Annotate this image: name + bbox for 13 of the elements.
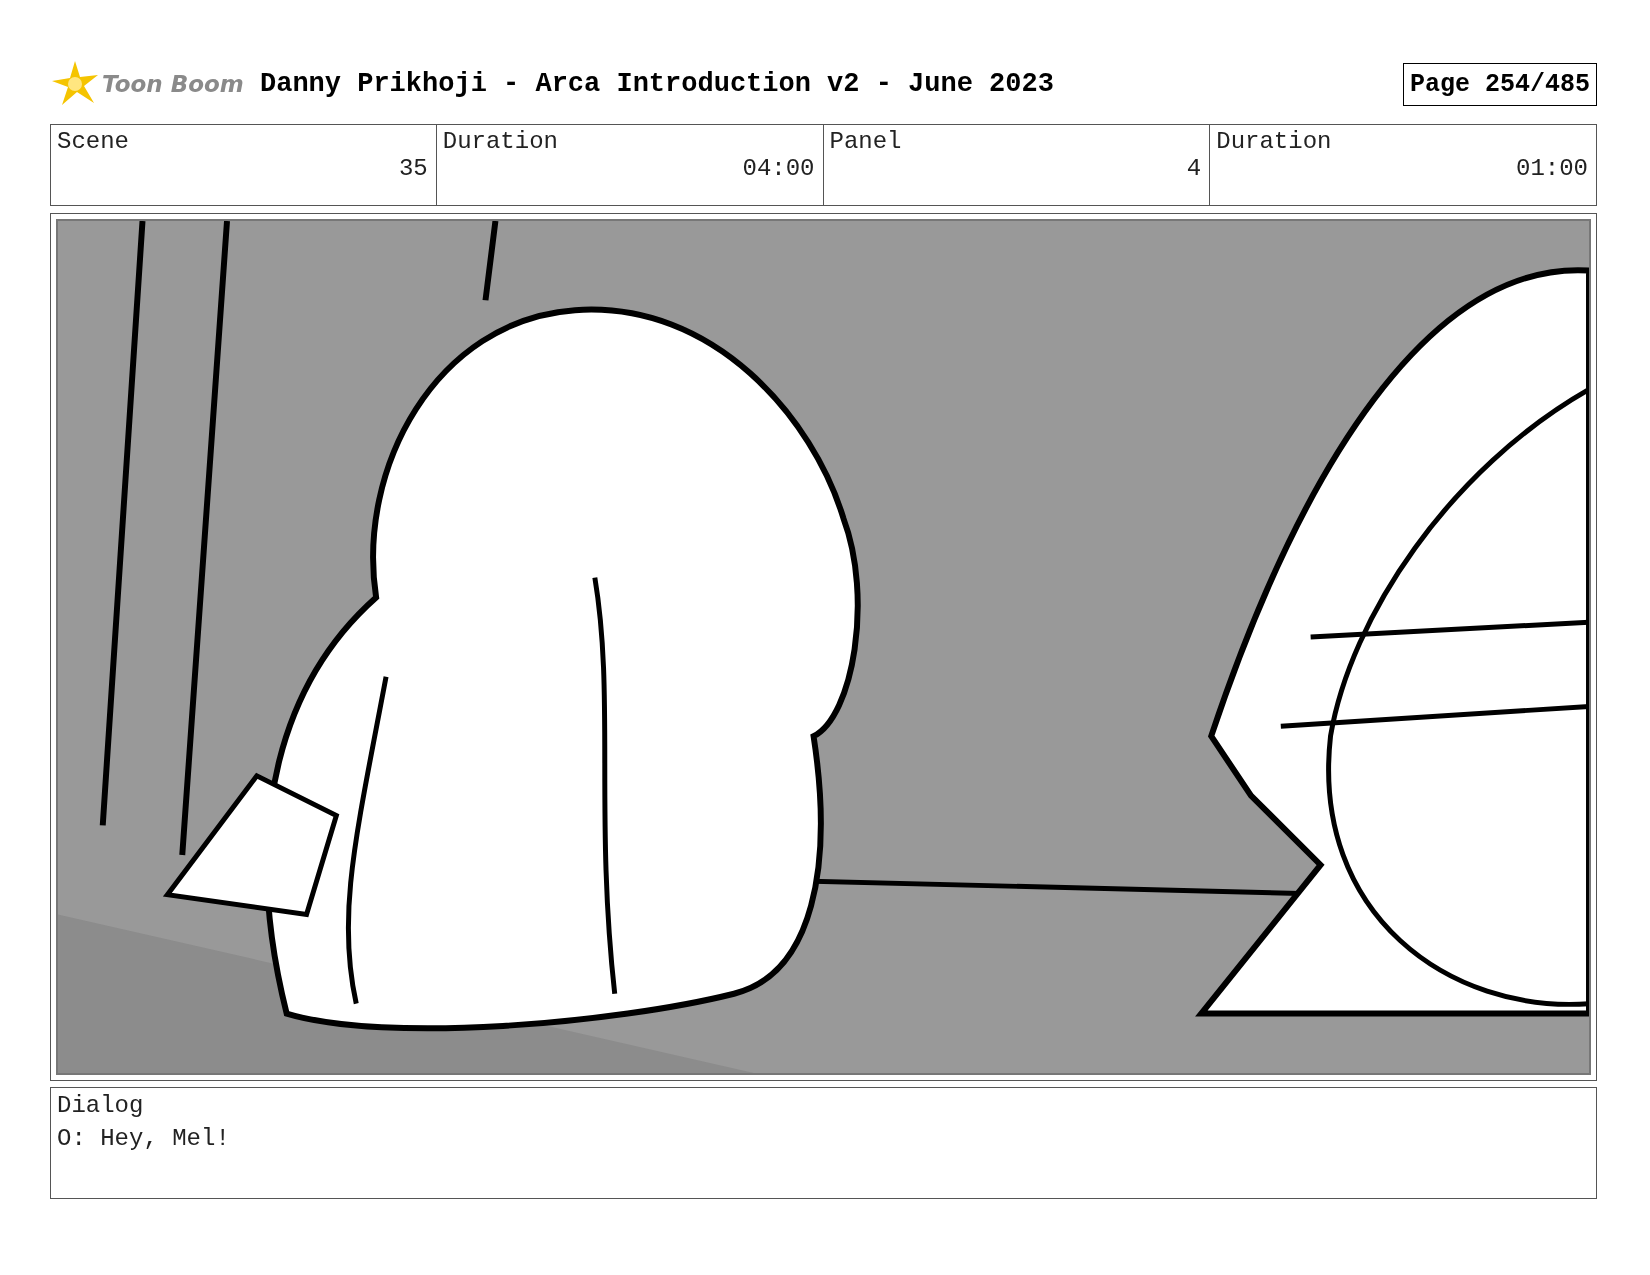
logo-text: Toon Boom: [102, 71, 244, 97]
field-value: 35: [397, 155, 428, 182]
field-label: Duration: [1216, 128, 1333, 155]
field-label: Panel: [829, 128, 903, 155]
field-value: 04:00: [741, 155, 815, 182]
field-label: Scene: [57, 128, 130, 155]
field-value: 4: [1185, 155, 1202, 182]
document-title: Danny Prikhoji - Arca Introduction v2 - June 2023: [260, 69, 1055, 99]
dialog-text: O: Hey, Mel!: [57, 1125, 231, 1152]
field-value: 01:00: [1515, 155, 1588, 182]
page-number: Page 254/485: [1402, 62, 1597, 106]
field-label: Duration: [442, 128, 559, 155]
dialog-label: Dialog: [57, 1092, 145, 1119]
